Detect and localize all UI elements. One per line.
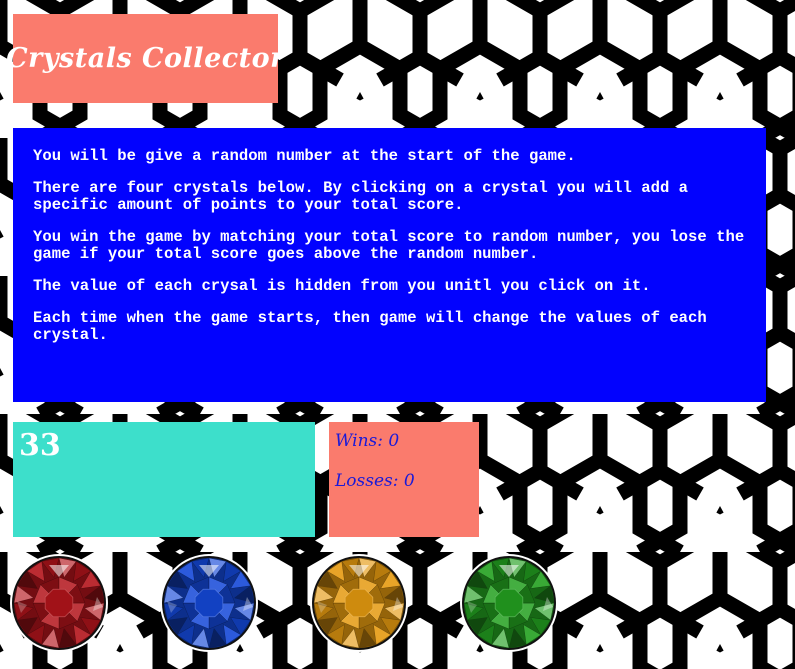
instruction-line: You will be give a random number at the … — [33, 147, 576, 165]
instruction-line: The value of each crysal is hidden from … — [33, 277, 651, 295]
instruction-line: You win the game by matching your total … — [33, 228, 745, 263]
title-banner: Crystals Collector — [6, 14, 284, 103]
instructions-panel: You will be give a random number at the … — [13, 128, 766, 402]
target-number: 33 — [19, 428, 61, 463]
yellow-crystal[interactable] — [309, 553, 409, 653]
losses-counter: Losses: 0 — [335, 471, 415, 491]
red-crystal[interactable] — [9, 553, 109, 653]
wins-counter: Wins: 0 — [335, 431, 400, 451]
game-title: Crystals Collector — [6, 43, 285, 74]
green-crystal[interactable] — [459, 553, 559, 653]
instruction-line: There are four crystals below. By clicki… — [33, 179, 689, 214]
instruction-line: Each time when the game starts, then gam… — [33, 309, 707, 344]
blue-crystal[interactable] — [159, 553, 259, 653]
score-panel: Wins: 0 Losses: 0 — [329, 422, 479, 537]
target-number-panel: 33 — [13, 422, 315, 537]
